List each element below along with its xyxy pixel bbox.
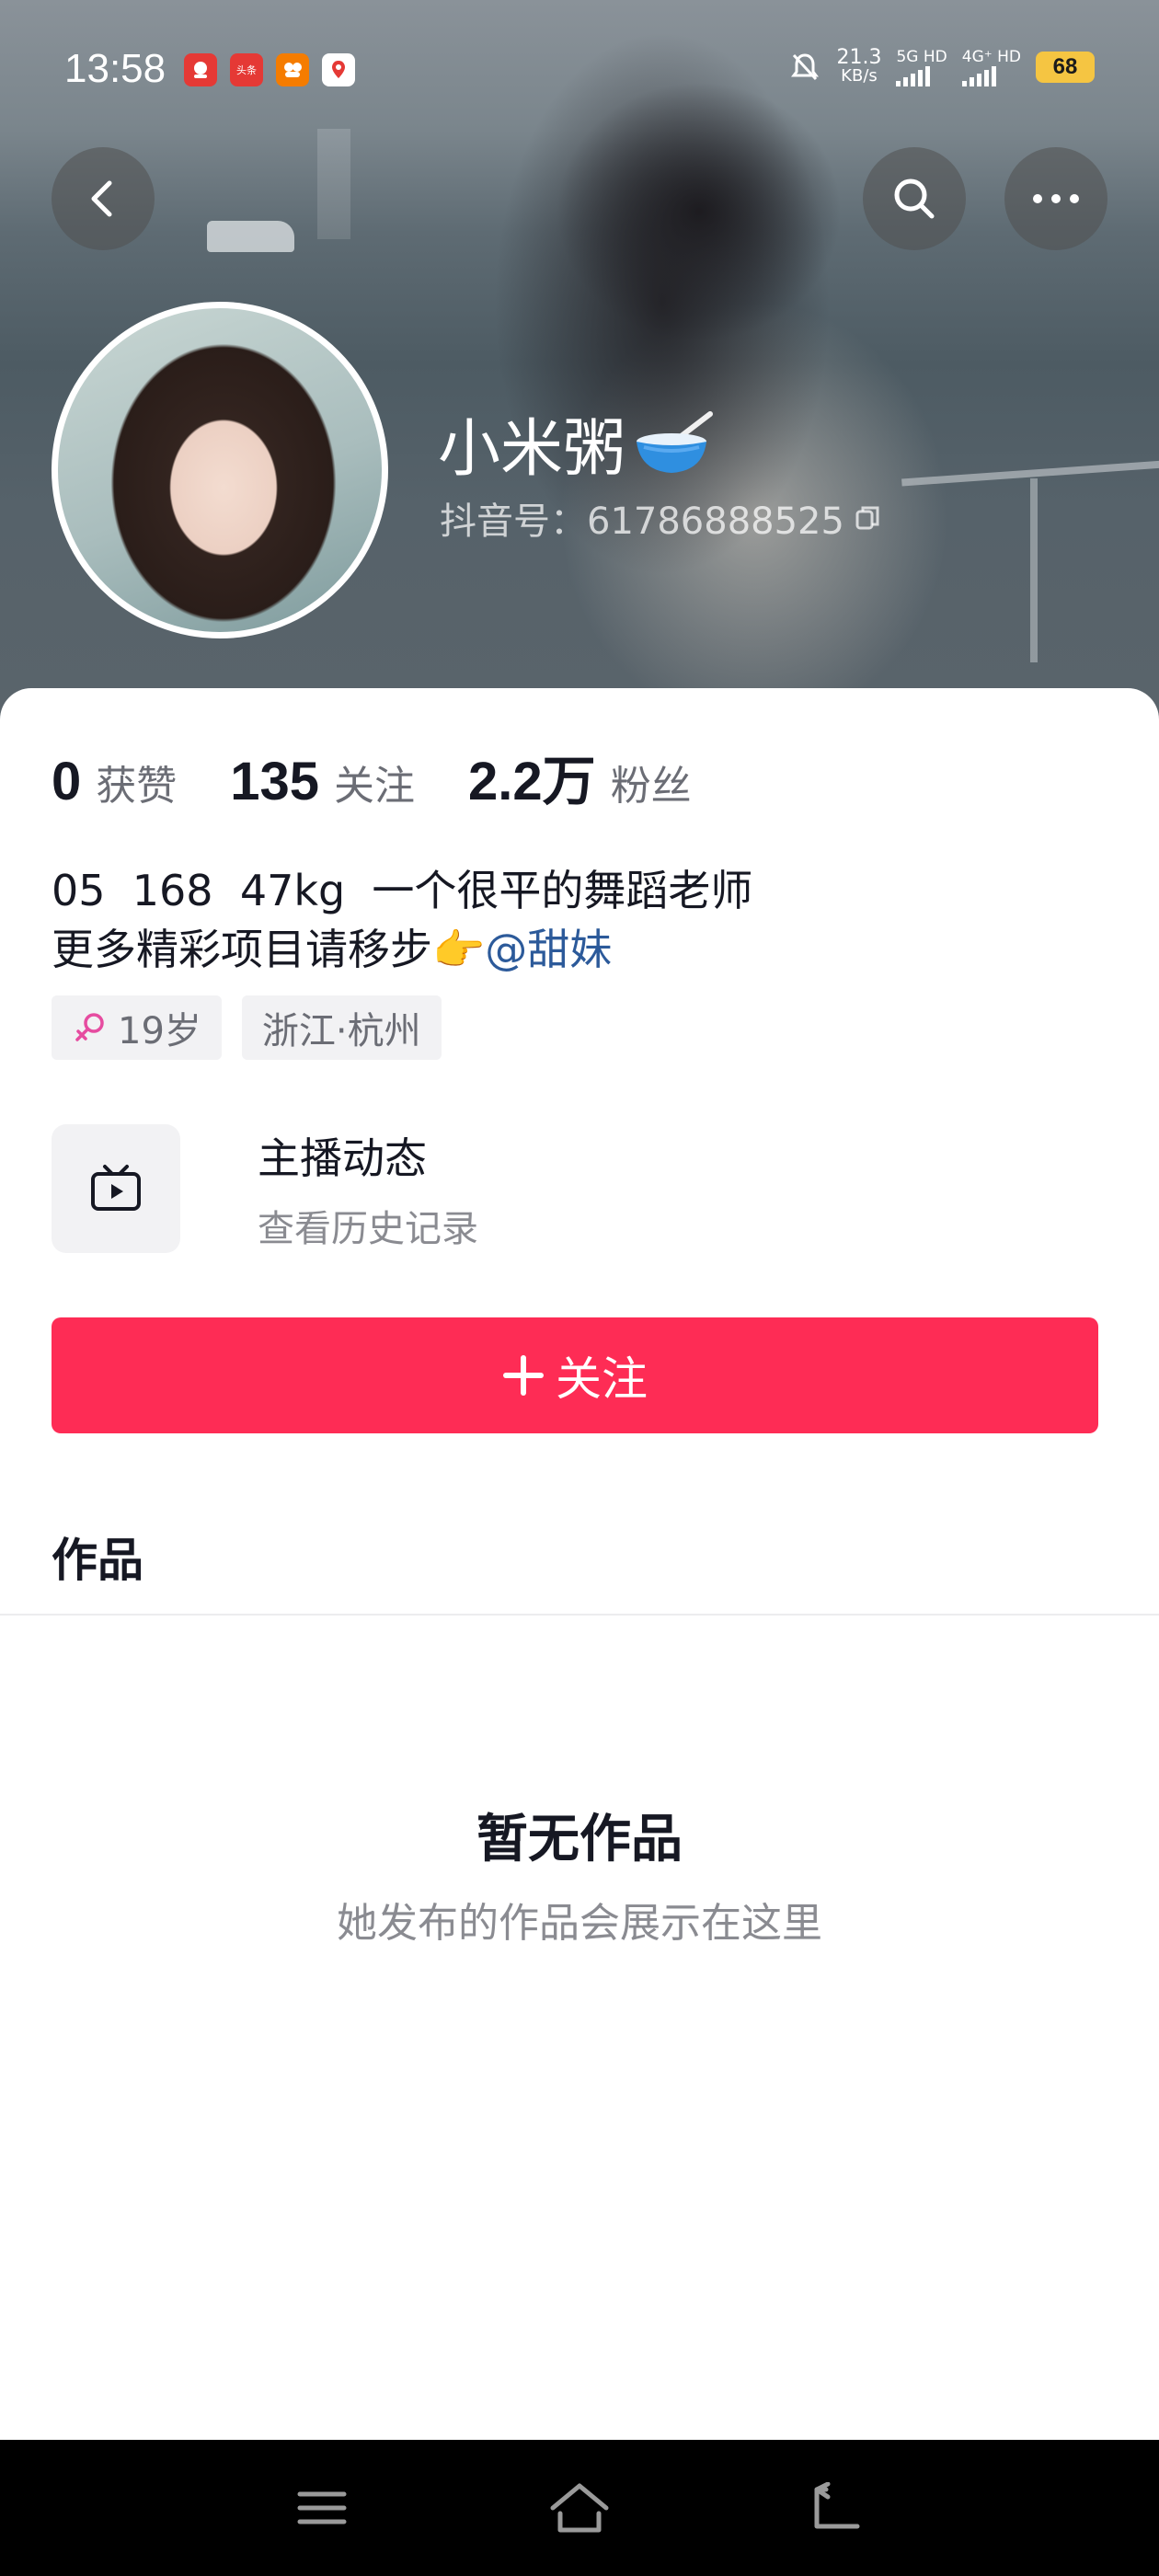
maps-icon	[322, 53, 355, 86]
location-tag: 浙江·杭州	[241, 995, 442, 1060]
stat-following[interactable]: 135 关注	[230, 751, 415, 812]
mute-bell-icon	[791, 53, 820, 81]
profile-tags: 19岁 浙江·杭州	[52, 995, 442, 1060]
network-speed-value: 21.3	[836, 46, 882, 69]
stat-likes-label: 获赞	[96, 763, 178, 810]
follow-button[interactable]: 关注	[52, 1317, 1098, 1433]
chevron-left-icon	[91, 180, 112, 217]
live-card-subtitle: 查看历史记录	[258, 1208, 478, 1250]
female-gender-icon	[75, 1013, 104, 1041]
sim1-signal: 5G HD	[896, 48, 947, 86]
stat-followers-value: 2.2万	[468, 752, 596, 811]
follow-button-label: 关注	[556, 1352, 648, 1406]
home-icon	[550, 2483, 609, 2533]
network-speed-unit: KB/s	[841, 66, 878, 86]
empty-state-subtitle: 她发布的作品会展示在这里	[337, 1900, 822, 1947]
cover-boat-shape	[207, 221, 294, 252]
profile-stats: 0 获赞 135 关注 2.2万 粉丝	[52, 738, 745, 815]
search-icon	[894, 178, 935, 219]
sim2-signal: 4G⁺ HD	[961, 48, 1021, 86]
bio-line-1: 05 168 47kg 一个很平的舞蹈老师	[52, 866, 753, 915]
orange-app-icon	[276, 53, 309, 86]
stat-following-value: 135	[230, 752, 320, 811]
sim2-label: 4G⁺ HD	[961, 48, 1021, 66]
battery-indicator: 68	[1036, 52, 1095, 83]
profile-avatar[interactable]	[52, 302, 388, 638]
sim1-signal-bars-icon	[896, 66, 947, 86]
toutiao-icon: 头条	[230, 53, 263, 86]
red-app-icon	[184, 53, 217, 86]
location-tag-label: 浙江·杭州	[261, 1010, 421, 1052]
profile-content-sheet: 0 获赞 135 关注 2.2万 粉丝 05 168 47kg 一个很平的舞蹈老…	[0, 688, 1159, 2440]
cover-tower-shape	[317, 129, 350, 239]
profile-name-text: 小米粥	[438, 413, 626, 486]
empty-state-title: 暂无作品	[476, 1810, 683, 1869]
stat-following-label: 关注	[334, 763, 416, 810]
status-bar: 13:58 头条 21.3 KB/s 5G HD 4G⁺ HD 68	[0, 0, 1159, 138]
stat-likes-value: 0	[52, 752, 82, 811]
status-indicators: 21.3 KB/s 5G HD 4G⁺ HD 68	[788, 48, 1095, 86]
system-nav-bar	[0, 2440, 1159, 2576]
stat-followers[interactable]: 2.2万 粉丝	[468, 738, 692, 815]
rice-bowl-emoji-icon	[637, 410, 714, 473]
network-speed: 21.3 KB/s	[836, 46, 882, 86]
profile-bio: 05 168 47kg 一个很平的舞蹈老师 更多精彩项目请移步👉@甜妹	[52, 861, 752, 979]
bio-mention-link[interactable]: @甜妹	[485, 925, 612, 974]
bio-line-2: 更多精彩项目请移步👉@甜妹	[52, 920, 752, 979]
live-card-title: 主播动态	[258, 1133, 427, 1183]
douyin-id[interactable]: 抖音号：61786888525	[440, 491, 883, 545]
sim2-signal-bars-icon	[961, 66, 1021, 86]
toutiao-icon-label: 头条	[236, 64, 257, 76]
back-arrow-icon	[814, 2482, 860, 2529]
copy-icon	[855, 506, 879, 530]
system-back-button[interactable]	[804, 2475, 870, 2541]
more-dots-icon	[1033, 194, 1079, 203]
status-time: 13:58	[64, 46, 166, 91]
menu-icon	[297, 2491, 347, 2524]
live-history-card[interactable]: 主播动态 查看历史记录	[52, 1124, 478, 1253]
stat-followers-label: 粉丝	[610, 763, 692, 810]
age-tag: 19岁	[52, 995, 222, 1060]
home-button[interactable]	[546, 2475, 613, 2541]
more-options-button[interactable]	[1004, 147, 1107, 250]
douyin-id-text: 抖音号：61786888525	[440, 500, 844, 543]
search-button[interactable]	[863, 147, 966, 250]
live-card-texts: 主播动态 查看历史记录	[258, 1125, 478, 1252]
tab-divider	[0, 1614, 1159, 1616]
back-button[interactable]	[52, 147, 155, 250]
plus-icon	[503, 1355, 544, 1396]
sim1-label: 5G HD	[896, 48, 947, 66]
status-app-icons: 头条	[184, 53, 355, 86]
live-icon-box	[52, 1124, 180, 1253]
profile-name: 小米粥	[438, 397, 716, 489]
recent-apps-button[interactable]	[289, 2475, 355, 2541]
tab-works[interactable]: 作品	[52, 1524, 143, 1590]
bio-line-2-text: 更多精彩项目请移步👉	[52, 925, 486, 974]
age-tag-label: 19岁	[118, 1010, 201, 1052]
tv-live-icon	[91, 1165, 141, 1211]
stat-likes[interactable]: 0 获赞	[52, 751, 177, 812]
cover-railing-post-shape	[1030, 478, 1038, 662]
